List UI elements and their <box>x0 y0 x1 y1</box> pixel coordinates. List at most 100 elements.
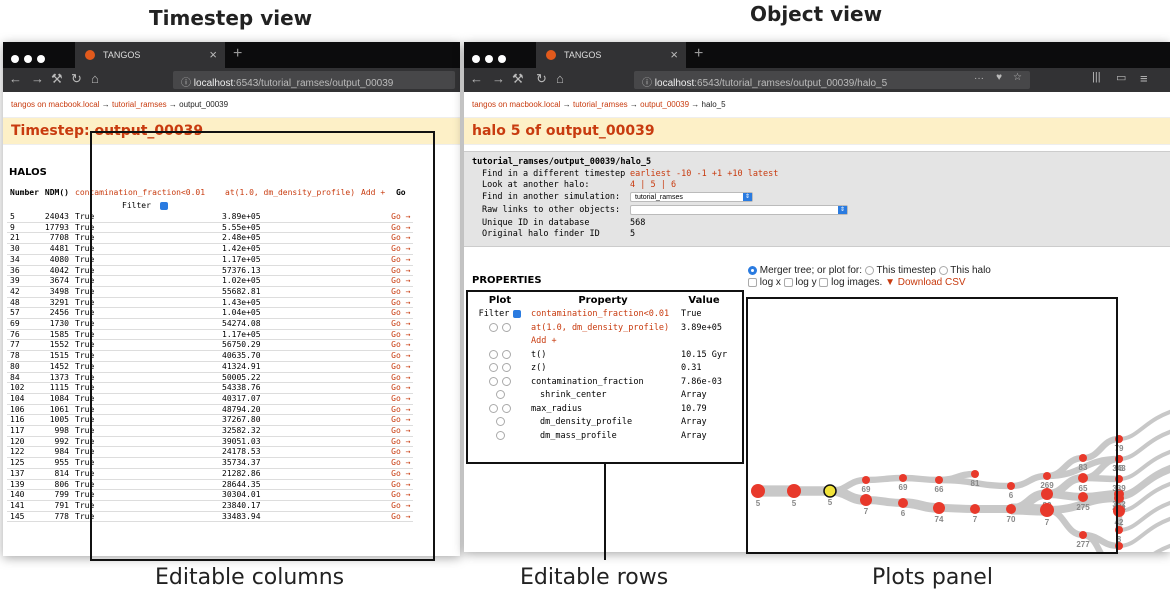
halo-number: 76 <box>10 329 20 339</box>
halo-number: 139 <box>10 479 25 489</box>
back-icon[interactable]: ← <box>470 71 483 86</box>
breadcrumb-root-link[interactable]: tangos on macbook.local <box>472 100 561 109</box>
log-x-checkbox[interactable] <box>748 277 757 287</box>
tangos-favicon-icon <box>85 50 95 60</box>
url-bar[interactable]: ⓘ localhost:6543/tutorial_ramses/output_… <box>634 71 1030 89</box>
raw-links-select[interactable]: ⇕ <box>630 204 848 215</box>
window-controls[interactable] <box>472 50 511 68</box>
unique-id-value: 568 <box>630 217 646 228</box>
url-path: :6543/tutorial_ramses/output_00039 <box>233 78 394 89</box>
log-y-checkbox[interactable] <box>783 277 793 287</box>
this-halo-radio[interactable] <box>938 265 948 275</box>
close-tab-icon[interactable]: × <box>209 47 217 62</box>
halo-number: 69 <box>10 319 20 329</box>
halo-number: 125 <box>10 458 25 468</box>
halo-ndm: 4042 <box>49 265 69 275</box>
unique-id-row: Unique ID in database 568 <box>472 218 1162 230</box>
halo-number: 48 <box>10 297 20 307</box>
home-icon[interactable]: ⌂ <box>91 71 99 86</box>
download-csv-link[interactable]: ▼ Download CSV <box>885 277 966 288</box>
plot-options-row: log x log y log images. ▼ Download CSV <box>748 277 991 288</box>
tab-bar: TANGOS × + <box>464 42 1170 68</box>
info-heading: tutorial_ramses/output_00039/halo_5 <box>472 157 652 167</box>
halo-ndm: 3291 <box>49 297 69 307</box>
merger-tree-radio[interactable] <box>748 265 757 275</box>
halo-number: 120 <box>10 436 25 446</box>
info-icon: ⓘ <box>181 78 194 89</box>
this-timestep-radio[interactable] <box>864 265 874 275</box>
halo-ndm: 1452 <box>49 361 69 371</box>
halo-number: 102 <box>10 383 25 393</box>
halo-number: 30 <box>10 244 20 254</box>
halo-number: 117 <box>10 426 25 436</box>
breadcrumb-step-link[interactable]: output_00039 <box>640 100 689 109</box>
breadcrumb-sim-link[interactable]: tutorial_ramses <box>573 100 628 109</box>
tools-icon[interactable]: ⚒ <box>512 71 524 87</box>
page-actions-icon[interactable]: ··· <box>974 73 984 84</box>
col-ndm[interactable]: NDM() <box>42 184 72 200</box>
halo-ndm: 791 <box>54 500 69 510</box>
halo-ndm: 4080 <box>49 254 69 264</box>
halo-ndm: 955 <box>54 458 69 468</box>
halo-ndm: 992 <box>54 436 69 446</box>
breadcrumb-root-link[interactable]: tangos on macbook.local <box>11 100 100 109</box>
log-images-checkbox[interactable] <box>819 277 829 287</box>
forward-icon[interactable]: → <box>31 71 44 86</box>
col-number[interactable]: Number <box>7 184 42 200</box>
url-bar[interactable]: ⓘ localhost:6543/tutorial_ramses/output_… <box>173 71 455 89</box>
halo-ndm: 1515 <box>49 351 69 361</box>
reload-icon[interactable]: ↻ <box>536 71 547 87</box>
menu-icon[interactable]: ≡ <box>1140 71 1148 86</box>
window-controls[interactable] <box>11 50 50 68</box>
log-images-label: log images. <box>831 277 883 288</box>
unique-id-label: Unique ID in database <box>482 217 590 228</box>
halo-number: 57 <box>10 308 20 318</box>
new-tab-icon[interactable]: + <box>694 45 703 63</box>
find-sim-label: Find in another simulation: <box>482 191 621 202</box>
halo-number: 42 <box>10 286 20 296</box>
forward-icon[interactable]: → <box>492 71 505 86</box>
halo-ndm: 778 <box>54 511 69 521</box>
editable-rows-box <box>466 290 744 464</box>
find-timestep-links[interactable]: earliest -10 -1 +1 +10 latest <box>630 169 778 179</box>
breadcrumb-sim-link[interactable]: tutorial_ramses <box>112 100 167 109</box>
back-icon[interactable]: ← <box>9 71 22 86</box>
tab-bar: TANGOS × + <box>3 42 460 68</box>
library-icon[interactable]: ||| <box>1092 71 1101 83</box>
breadcrumb-arrow: → <box>562 100 571 109</box>
browser-tab[interactable]: TANGOS × <box>75 42 225 68</box>
tools-icon[interactable]: ⚒ <box>51 71 63 87</box>
properties-heading: PROPERTIES <box>472 275 542 286</box>
halo-number: 80 <box>10 361 20 371</box>
pocket-icon[interactable]: ♥ <box>996 72 1002 83</box>
new-tab-icon[interactable]: + <box>233 45 242 63</box>
halo-number: 9 <box>10 222 15 232</box>
tree-branch <box>1118 500 1170 532</box>
reload-icon[interactable]: ↻ <box>71 71 82 87</box>
halo-number: 137 <box>10 468 25 478</box>
timestep-view-title: Timestep view <box>149 6 313 30</box>
plot-controls: Merger tree; or plot for: This timestep … <box>748 265 991 288</box>
browser-tab[interactable]: TANGOS × <box>536 42 686 68</box>
halo-ndm: 1005 <box>49 415 69 425</box>
look-links[interactable]: 4 | 5 | 6 <box>630 180 676 190</box>
object-view-title: Object view <box>750 2 883 26</box>
tangos-favicon-icon <box>546 50 556 60</box>
halo-number: 78 <box>10 351 20 361</box>
halo-number: 104 <box>10 393 25 403</box>
bookmark-star-icon[interactable]: ☆ <box>1013 72 1022 83</box>
close-tab-icon[interactable]: × <box>670 47 678 62</box>
breadcrumb-arrow: → <box>691 100 700 109</box>
halo-number: 122 <box>10 447 25 457</box>
halo-ndm: 7708 <box>49 233 69 243</box>
breadcrumb-arrow: → <box>168 100 177 109</box>
url-host: localhost <box>193 78 234 89</box>
page-title: halo 5 of output_00039 <box>464 117 1170 145</box>
simulation-select[interactable]: tutorial_ramses ⇕ <box>630 191 753 202</box>
home-icon[interactable]: ⌂ <box>556 71 564 86</box>
sidebar-icon[interactable]: ▭ <box>1116 71 1126 84</box>
simulation-select-value: tutorial_ramses <box>635 193 683 201</box>
halo-number: 84 <box>10 372 20 382</box>
look-label: Look at another halo: <box>482 180 590 190</box>
halo-ndm: 1115 <box>49 383 69 393</box>
